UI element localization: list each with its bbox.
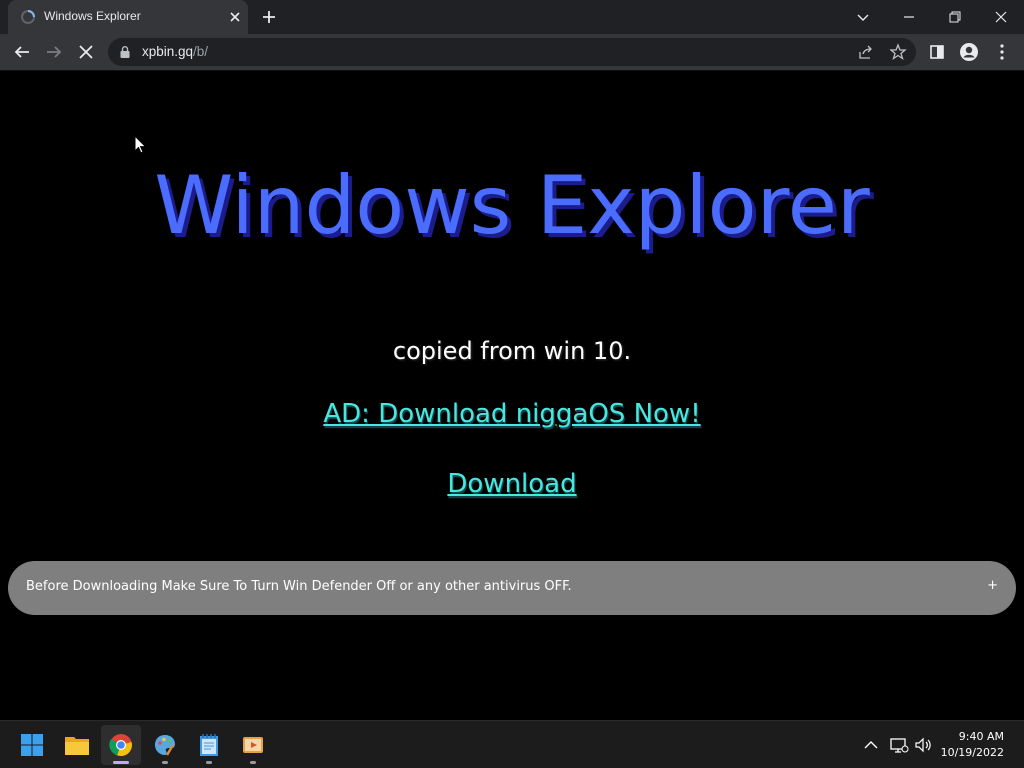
- bookmark-star-icon[interactable]: [889, 43, 907, 61]
- avatar-icon: [960, 43, 978, 61]
- tab-search-button[interactable]: [840, 0, 886, 34]
- ad-link-text[interactable]: AD: Download niggaOS Now!: [323, 399, 700, 429]
- stop-loading-button[interactable]: [74, 40, 98, 64]
- close-tab-icon[interactable]: [226, 8, 244, 26]
- restore-icon: [949, 11, 961, 23]
- volume-icon[interactable]: [913, 735, 933, 755]
- running-app-indicator: [162, 761, 168, 764]
- loading-spinner-icon: [21, 10, 35, 24]
- forward-button[interactable]: [42, 40, 66, 64]
- download-link: Download: [0, 469, 1024, 499]
- share-icon[interactable]: [857, 43, 875, 61]
- menu-button[interactable]: [990, 40, 1014, 64]
- notice-accordion[interactable]: Before Downloading Make Sure To Turn Win…: [8, 561, 1016, 615]
- address-bar[interactable]: xpbin.gq/b/: [108, 38, 916, 66]
- minimize-icon: [904, 16, 914, 18]
- lock-icon[interactable]: [118, 45, 132, 59]
- back-button[interactable]: [10, 40, 34, 64]
- close-icon: [995, 11, 1007, 23]
- taskbar-chrome[interactable]: [101, 725, 141, 765]
- side-panel-button[interactable]: [925, 40, 949, 64]
- chevron-down-icon: [857, 14, 869, 21]
- arrow-right-icon: [47, 46, 62, 58]
- taskbar-file-explorer[interactable]: [57, 725, 97, 765]
- profile-button[interactable]: [957, 40, 981, 64]
- file-explorer-icon: [65, 737, 89, 755]
- notice-text: Before Downloading Make Sure To Turn Win…: [26, 579, 572, 594]
- mouse-cursor-icon: [134, 135, 147, 154]
- new-tab-icon[interactable]: [259, 7, 279, 27]
- url-text[interactable]: xpbin.gq/b/: [142, 44, 208, 59]
- start-icon: [21, 734, 43, 756]
- start-button[interactable]: [12, 725, 52, 765]
- taskbar: 9:40 AM 10/19/2022: [0, 720, 1024, 768]
- notepad-icon: [200, 734, 218, 756]
- active-app-indicator: [113, 761, 129, 764]
- tab-windows-explorer[interactable]: Windows Explorer: [8, 0, 248, 34]
- clock-time: 9:40 AM: [958, 730, 1004, 743]
- minimize-button[interactable]: [886, 0, 932, 34]
- more-vertical-icon: [1000, 44, 1004, 60]
- media-player-icon: [243, 737, 263, 753]
- running-app-indicator: [206, 761, 212, 764]
- stop-icon: [79, 45, 93, 59]
- close-window-button[interactable]: [978, 0, 1024, 34]
- page-heading: Windows Explorer: [154, 159, 870, 252]
- arrow-left-icon: [14, 46, 29, 58]
- url-host: xpbin.gq: [142, 44, 194, 59]
- taskbar-paint[interactable]: [145, 725, 185, 765]
- restore-button[interactable]: [932, 0, 978, 34]
- browser-toolbar: xpbin.gq/b/: [0, 34, 1024, 71]
- tab-strip: Windows Explorer: [0, 0, 1024, 34]
- taskbar-clock[interactable]: 9:40 AM 10/19/2022: [941, 729, 1004, 761]
- taskbar-notepad[interactable]: [189, 725, 229, 765]
- clock-date: 10/19/2022: [940, 746, 1004, 759]
- download-link-text[interactable]: Download: [447, 469, 576, 499]
- paint-icon: [155, 735, 175, 756]
- chrome-icon: [109, 734, 132, 757]
- chevron-up-icon[interactable]: [861, 735, 881, 755]
- tab-title: Windows Explorer: [44, 9, 141, 23]
- page-subtitle: copied from win 10.: [392, 337, 632, 365]
- network-icon[interactable]: [889, 735, 909, 755]
- taskbar-media-player[interactable]: [233, 725, 273, 765]
- ad-download-link: AD: Download niggaOS Now!: [0, 399, 1024, 429]
- side-panel-icon: [930, 45, 944, 59]
- expand-icon[interactable]: +: [987, 578, 998, 593]
- web-page: Windows Explorer copied from win 10. AD:…: [0, 71, 1024, 720]
- running-app-indicator: [250, 761, 256, 764]
- url-path: /b/: [193, 44, 209, 59]
